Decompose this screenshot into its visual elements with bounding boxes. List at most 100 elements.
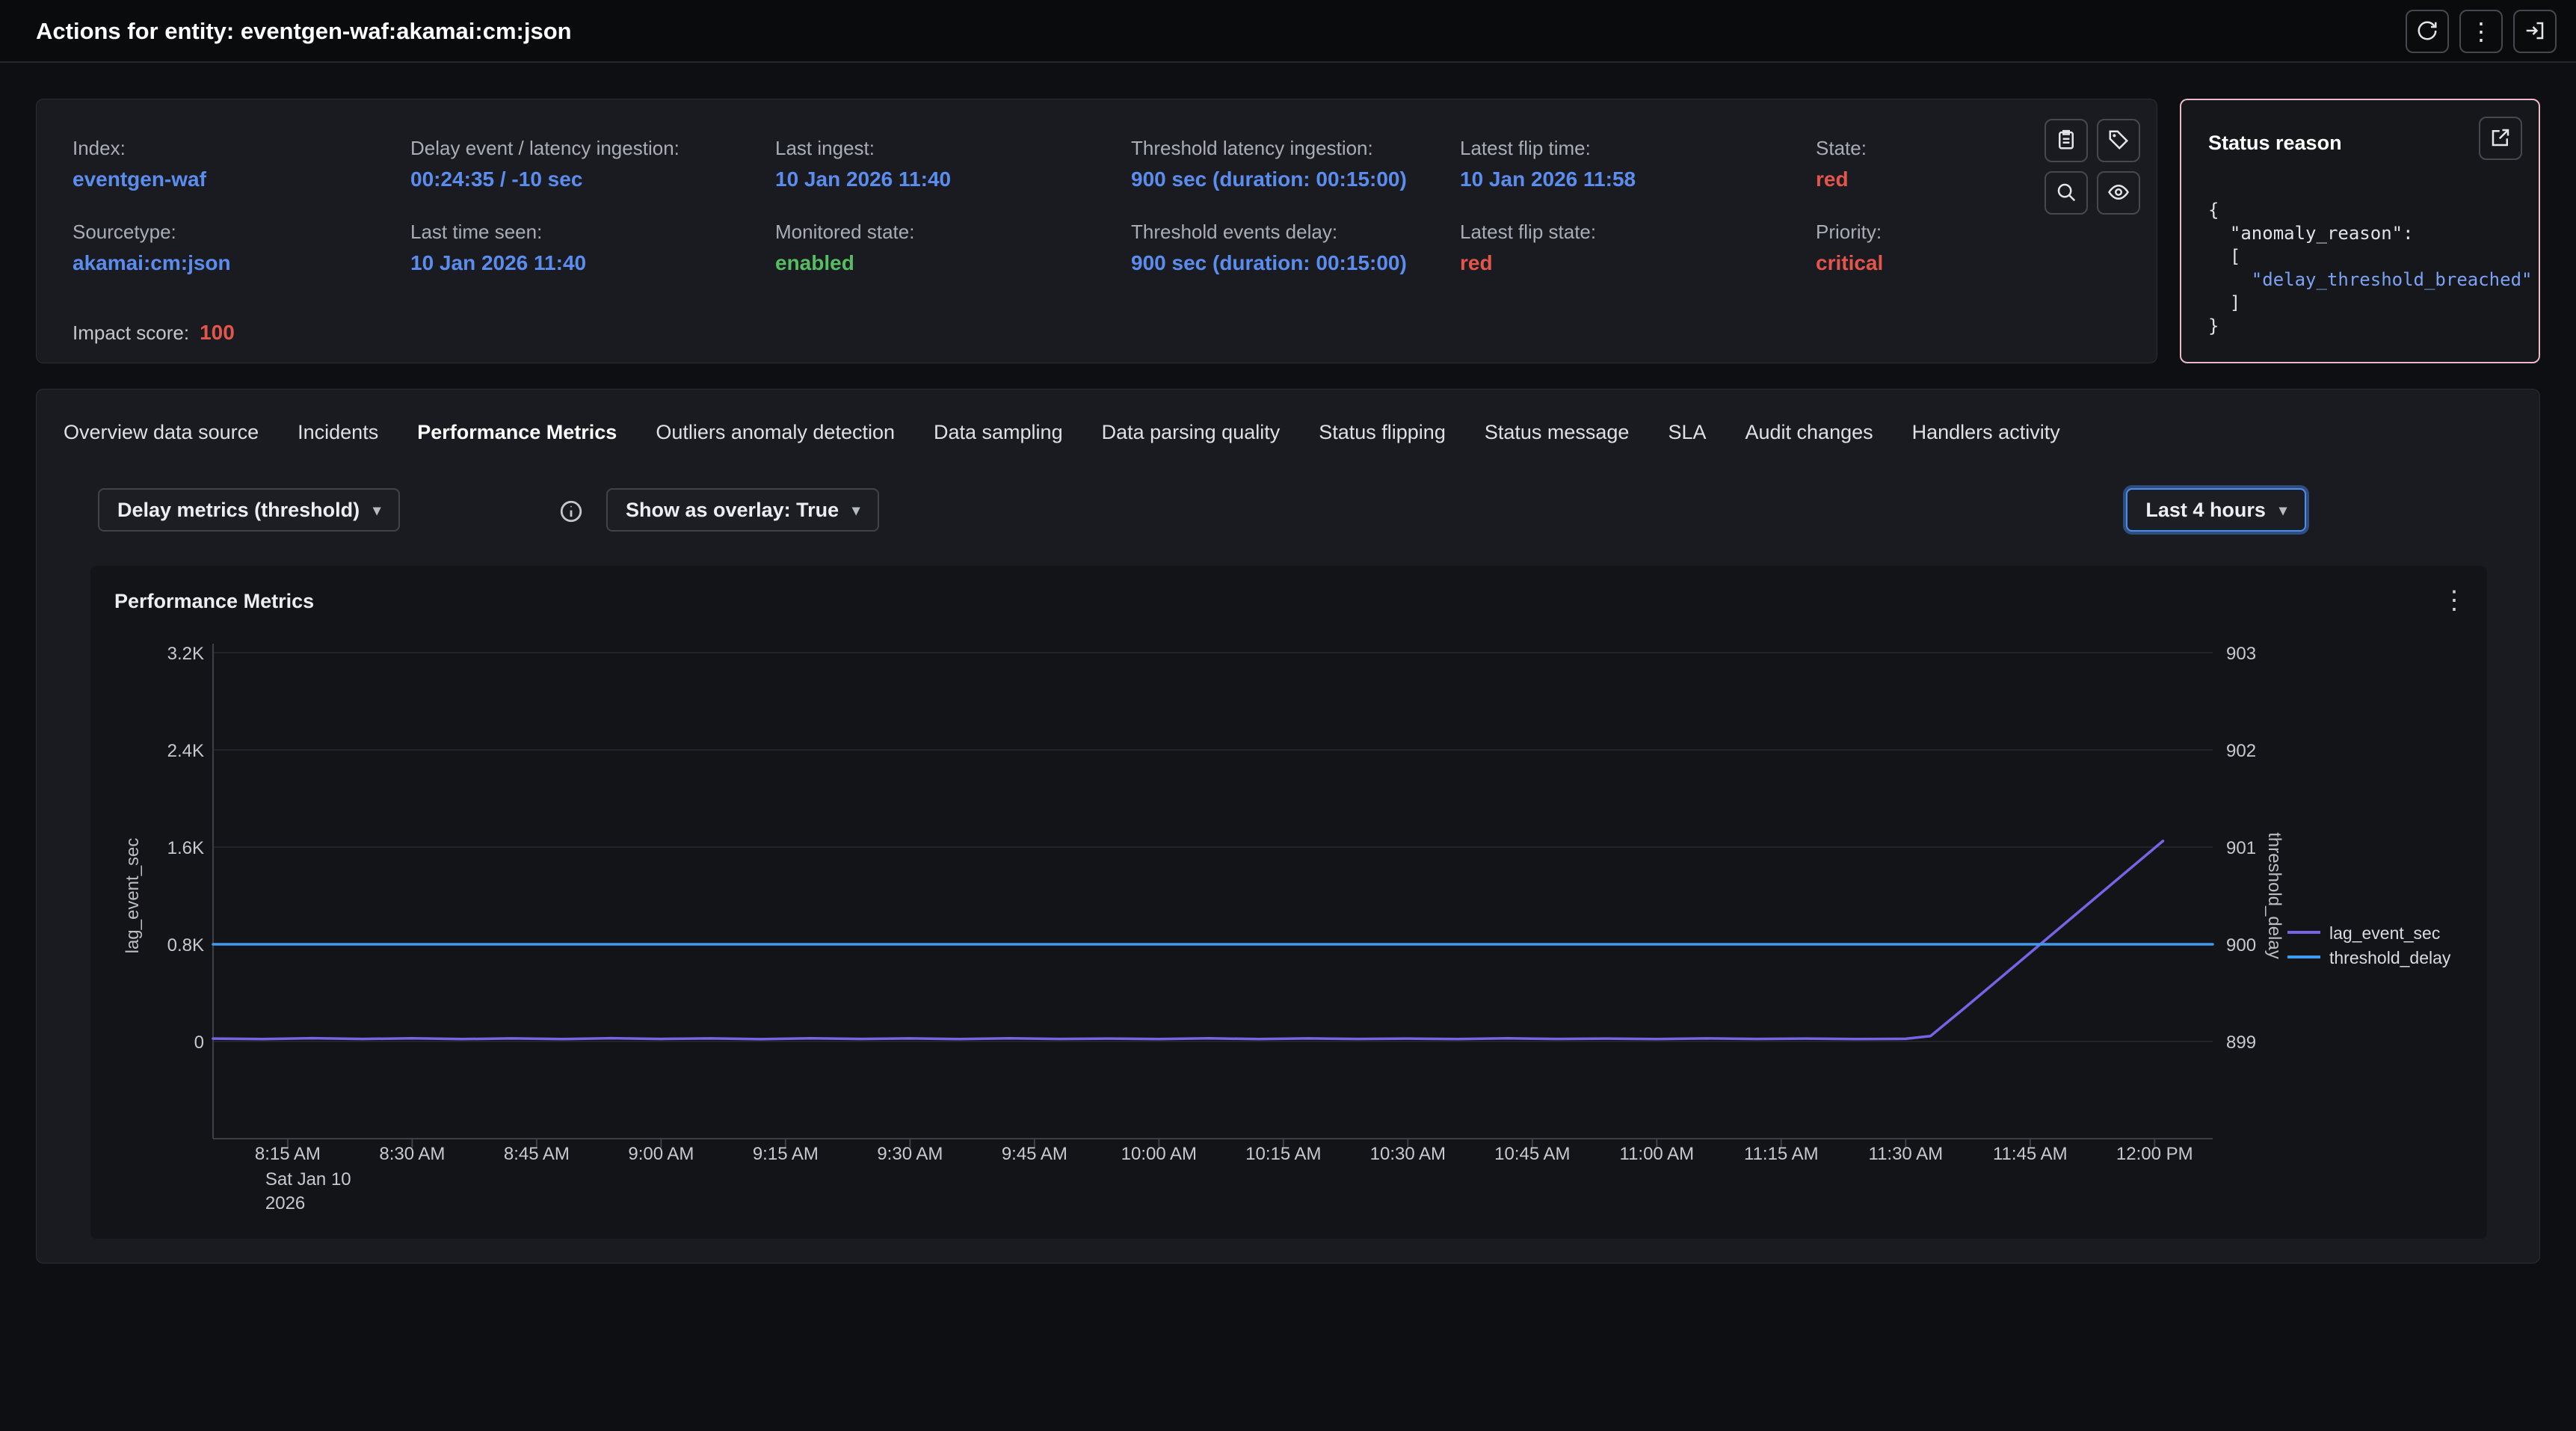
legend-item-threshold_delay[interactable]: threshold_delay xyxy=(2287,948,2451,967)
svg-text:2.4K: 2.4K xyxy=(167,741,204,761)
field-label: Monitored state: xyxy=(775,221,914,244)
tab-status-message[interactable]: Status message xyxy=(1485,421,1630,444)
field-state: State: red xyxy=(1816,137,1867,191)
external-link-icon xyxy=(2489,126,2512,151)
open-status-reason-button[interactable] xyxy=(2479,117,2522,160)
status-reason-title: Status reason xyxy=(2208,132,2342,155)
chart-menu-button[interactable]: ⋮ xyxy=(2436,582,2472,618)
field-value: red xyxy=(1460,251,1596,275)
search-icon xyxy=(2055,181,2077,206)
tags-button[interactable] xyxy=(2097,119,2140,162)
legend-item-lag_event_sec[interactable]: lag_event_sec xyxy=(2287,923,2440,943)
tab-audit-changes[interactable]: Audit changes xyxy=(1745,421,1873,444)
field-value: critical xyxy=(1816,251,1883,275)
svg-text:11:30 AM: 11:30 AM xyxy=(1869,1144,1944,1164)
watch-button[interactable] xyxy=(2097,171,2140,215)
field-value: 00:24:35 / -10 sec xyxy=(410,167,680,191)
svg-text:1.6K: 1.6K xyxy=(167,838,204,858)
svg-text:9:15 AM: 9:15 AM xyxy=(753,1144,819,1164)
report-button[interactable] xyxy=(2045,119,2088,162)
time-range-dropdown[interactable]: Last 4 hours ▾ xyxy=(2126,488,2306,532)
svg-text:903: 903 xyxy=(2226,644,2256,664)
tab-bar: Overview data source Incidents Performan… xyxy=(64,421,2060,444)
json-line: ] xyxy=(2208,292,2532,315)
performance-metrics-panel: Performance Metrics ⋮ 3.2K9032.4K9021.6K… xyxy=(90,566,2487,1239)
impact-score-value: 100 xyxy=(200,321,235,345)
field-label: Index: xyxy=(73,137,206,160)
tab-overview-data-source[interactable]: Overview data source xyxy=(64,421,259,444)
topbar-actions: ⋮ xyxy=(2406,10,2557,53)
svg-text:12:00 PM: 12:00 PM xyxy=(2116,1144,2193,1164)
svg-text:2026: 2026 xyxy=(265,1193,305,1213)
page-title: Actions for entity: eventgen-waf:akamai:… xyxy=(36,18,572,45)
field-monitored-state: Monitored state: enabled xyxy=(775,221,914,275)
field-label: State: xyxy=(1816,137,1867,160)
metric-select-dropdown[interactable]: Delay metrics (threshold) ▾ xyxy=(98,488,400,532)
impact-score: Impact score: 100 xyxy=(73,321,235,345)
svg-text:11:45 AM: 11:45 AM xyxy=(1993,1144,2068,1164)
svg-text:901: 901 xyxy=(2226,838,2256,858)
svg-text:10:30 AM: 10:30 AM xyxy=(1370,1144,1446,1164)
entity-panel-actions xyxy=(2045,119,2140,215)
search-button[interactable] xyxy=(2045,171,2088,215)
info-icon[interactable] xyxy=(558,499,584,524)
svg-text:lag_event_sec: lag_event_sec xyxy=(123,838,143,954)
tab-incidents[interactable]: Incidents xyxy=(298,421,378,444)
tag-icon xyxy=(2107,129,2130,153)
topbar: Actions for entity: eventgen-waf:akamai:… xyxy=(0,0,2576,63)
exit-button[interactable] xyxy=(2513,10,2557,53)
field-last-ingest: Last ingest: 10 Jan 2026 11:40 xyxy=(775,137,951,191)
field-sourcetype: Sourcetype: akamai:cm:json xyxy=(73,221,231,275)
overlay-select-dropdown[interactable]: Show as overlay: True ▾ xyxy=(606,488,879,532)
tab-performance-metrics[interactable]: Performance Metrics xyxy=(417,421,617,444)
impact-score-label: Impact score: xyxy=(73,321,189,345)
metric-select-label: Delay metrics (threshold) xyxy=(117,499,360,522)
entity-details-card: Overview data source Incidents Performan… xyxy=(36,389,2540,1264)
series-lag_event_sec xyxy=(213,841,2163,1039)
svg-text:8:15 AM: 8:15 AM xyxy=(255,1144,321,1164)
svg-text:10:00 AM: 10:00 AM xyxy=(1121,1144,1197,1164)
field-threshold-latency: Threshold latency ingestion: 900 sec (du… xyxy=(1131,137,1407,191)
svg-text:9:00 AM: 9:00 AM xyxy=(628,1144,694,1164)
overlay-select-label: Show as overlay: True xyxy=(626,499,839,522)
tab-data-parsing-quality[interactable]: Data parsing quality xyxy=(1102,421,1281,444)
refresh-icon xyxy=(2416,19,2438,44)
tab-handlers-activity[interactable]: Handlers activity xyxy=(1912,421,2060,444)
tab-data-sampling[interactable]: Data sampling xyxy=(934,421,1063,444)
field-delay-latency: Delay event / latency ingestion: 00:24:3… xyxy=(410,137,680,191)
chevron-down-icon: ▾ xyxy=(2279,501,2287,520)
eye-icon xyxy=(2107,181,2130,206)
kebab-icon: ⋮ xyxy=(2441,586,2467,615)
svg-text:9:30 AM: 9:30 AM xyxy=(877,1144,943,1164)
svg-text:899: 899 xyxy=(2226,1033,2256,1053)
tab-status-flipping[interactable]: Status flipping xyxy=(1319,421,1446,444)
field-latest-flip-time: Latest flip time: 10 Jan 2026 11:58 xyxy=(1460,137,1636,191)
svg-text:10:45 AM: 10:45 AM xyxy=(1494,1144,1570,1164)
chart-title: Performance Metrics xyxy=(114,590,314,613)
svg-text:11:00 AM: 11:00 AM xyxy=(1620,1144,1695,1164)
tab-outliers-anomaly-detection[interactable]: Outliers anomaly detection xyxy=(656,421,895,444)
svg-text:8:45 AM: 8:45 AM xyxy=(504,1144,570,1164)
tab-sla[interactable]: SLA xyxy=(1668,421,1706,444)
field-value: 900 sec (duration: 00:15:00) xyxy=(1131,251,1407,275)
svg-text:0.8K: 0.8K xyxy=(167,935,204,955)
field-value: eventgen-waf xyxy=(73,167,206,191)
field-value: red xyxy=(1816,167,1867,191)
svg-text:3.2K: 3.2K xyxy=(167,644,204,664)
json-line-anomaly-value: "delay_threshold_breached" xyxy=(2208,268,2532,292)
field-label: Delay event / latency ingestion: xyxy=(410,137,680,160)
json-line: [ xyxy=(2208,245,2532,268)
more-actions-button[interactable]: ⋮ xyxy=(2459,10,2503,53)
entity-summary-panel: Index: eventgen-waf Sourcetype: akamai:c… xyxy=(36,99,2157,363)
performance-metrics-chart: 3.2K9032.4K9021.6K9010.8K90008998:15 AMS… xyxy=(101,623,2477,1230)
json-line: } xyxy=(2208,315,2532,338)
svg-text:10:15 AM: 10:15 AM xyxy=(1245,1144,1321,1164)
field-threshold-events-delay: Threshold events delay: 900 sec (duratio… xyxy=(1131,221,1407,275)
refresh-button[interactable] xyxy=(2406,10,2449,53)
field-value: 900 sec (duration: 00:15:00) xyxy=(1131,167,1407,191)
field-label: Last time seen: xyxy=(410,221,586,244)
field-value: 10 Jan 2026 11:40 xyxy=(410,251,586,275)
status-reason-json: { "anomaly_reason": [ "delay_threshold_b… xyxy=(2208,199,2532,338)
svg-text:threshold_delay: threshold_delay xyxy=(2329,948,2451,967)
field-label: Last ingest: xyxy=(775,137,951,160)
